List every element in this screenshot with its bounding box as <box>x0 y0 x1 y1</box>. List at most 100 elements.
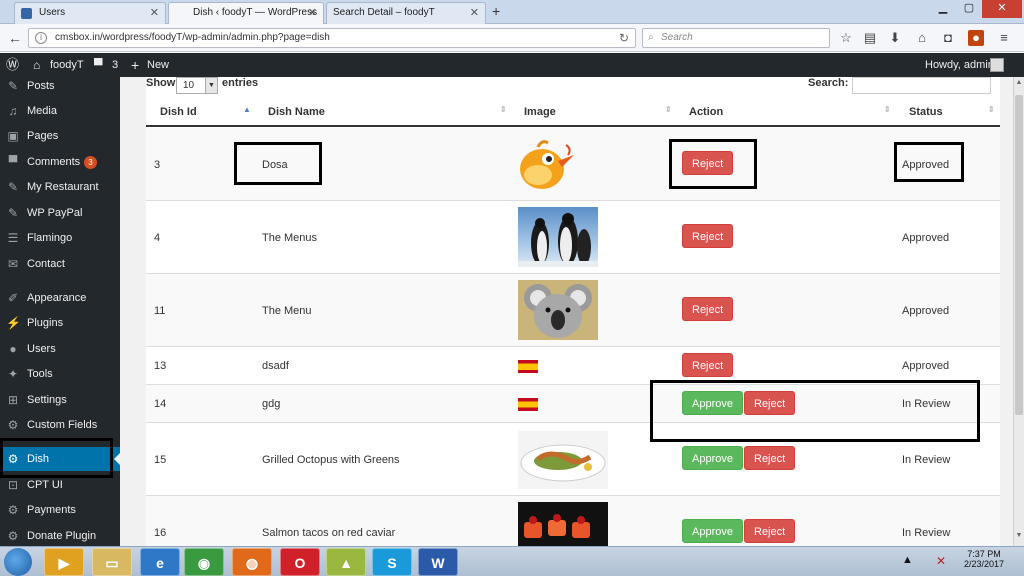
chevron-down-icon: ▼ <box>205 78 217 93</box>
internet-explorer-icon[interactable]: e <box>140 548 180 576</box>
scroll-down-icon[interactable]: ▼ <box>1014 532 1024 544</box>
pages-icon: ▣ <box>7 129 19 143</box>
page-scrollbar[interactable]: ▲ ▼ <box>1013 77 1024 546</box>
entries-label: entries <box>222 77 259 89</box>
tab-users[interactable]: Users ✕ <box>14 2 166 24</box>
reject-button[interactable]: Reject <box>682 224 734 248</box>
tab-label: Users <box>39 7 66 18</box>
bookmark-star-icon[interactable]: ☆ <box>838 30 854 46</box>
spain-flag-image <box>518 398 538 411</box>
media-player-icon[interactable]: ▶ <box>44 548 84 576</box>
scroll-up-icon[interactable]: ▲ <box>1014 79 1024 91</box>
sidebar-item-tools[interactable]: ✦ Tools <box>0 362 120 386</box>
firefox-icon[interactable]: ◍ <box>232 548 272 576</box>
sidebar-item-settings[interactable]: ⊞ Settings <box>0 388 120 412</box>
opera-icon[interactable]: O <box>280 548 320 576</box>
tab-dish[interactable]: Dish ‹ foodyT — WordPress ✕ <box>168 2 324 24</box>
reject-button[interactable]: Reject <box>744 446 796 470</box>
avatar[interactable] <box>990 58 1004 72</box>
reject-button[interactable]: Reject <box>682 353 734 377</box>
sidebar-item-flamingo[interactable]: ☰ Flamingo <box>0 226 120 250</box>
wordpress-logo-icon[interactable]: Ⓦ <box>6 53 19 77</box>
sort-icon[interactable]: ⇕ <box>988 105 995 114</box>
reject-button[interactable]: Reject <box>682 297 734 321</box>
sidebar-item-plugins[interactable]: ⚡ Plugins <box>0 311 120 335</box>
browser-search-input[interactable]: ⌕ Search <box>642 28 830 48</box>
sidebar-item-my-restaurant[interactable]: ✎ My Restaurant <box>0 175 120 199</box>
site-name-link[interactable]: foodyT <box>50 53 84 77</box>
file-explorer-icon[interactable]: ▭ <box>92 548 132 576</box>
tab-label: Dish ‹ foodyT — WordPress <box>193 7 318 18</box>
reject-button[interactable]: Reject <box>744 519 796 543</box>
photos-icon[interactable]: ▲ <box>326 548 366 576</box>
column-header-name[interactable]: Dish Name <box>268 101 325 125</box>
windows-start-icon[interactable] <box>4 548 32 576</box>
home-icon[interactable]: ⌂ <box>914 30 930 46</box>
back-arrow-icon[interactable]: ← <box>4 28 26 48</box>
close-tab-icon[interactable]: ✕ <box>308 6 317 19</box>
comments-count[interactable]: 3 <box>112 53 118 77</box>
sidebar-item-wp-paypal[interactable]: ✎ WP PayPal <box>0 201 120 225</box>
maximize-icon[interactable]: ▢ <box>956 0 982 18</box>
sidebar-item-payments[interactable]: ⚙ Payments <box>0 498 120 522</box>
comment-bubble-icon[interactable]: ▀ <box>94 53 103 77</box>
sidebar-item-label: Pages <box>27 130 59 142</box>
sidebar-item-contact[interactable]: ✉ Contact <box>0 252 120 276</box>
column-header-image[interactable]: Image <box>524 101 556 125</box>
column-header-status[interactable]: Status <box>909 101 943 125</box>
chrome-icon[interactable]: ◉ <box>184 548 224 576</box>
scrollbar-thumb[interactable] <box>1015 95 1023 415</box>
sort-asc-icon[interactable]: ▲ <box>243 105 251 114</box>
reload-icon[interactable]: ↻ <box>619 29 629 47</box>
url-bar[interactable]: i cmsbox.in/wordpress/foodyT/wp-admin/ad… <box>28 28 636 48</box>
new-content-link[interactable]: New <box>147 53 169 77</box>
tray-arrow-icon[interactable]: ▲ <box>902 554 913 566</box>
sidebar-item-donate-plugin[interactable]: ⚙ Donate Plugin <box>0 524 120 546</box>
sidebar-item-custom-fields[interactable]: ⚙ Custom Fields <box>0 413 120 437</box>
sidebar-item-label: Users <box>27 343 56 355</box>
sidebar-item-appearance[interactable]: ✐ Appearance <box>0 286 120 310</box>
admin-sidebar: ✎ Posts ♫ Media ▣ Pages ▀ Comments 3 ✎ My Rest… <box>0 77 120 546</box>
pocket-icon[interactable]: ◘ <box>940 30 956 46</box>
sort-icon[interactable]: ⇕ <box>884 105 891 114</box>
wp-admin-bar: Ⓦ ⌂ foodyT ▀ 3 + New Howdy, admin <box>0 53 1024 77</box>
menu-hamburger-icon[interactable]: ≡ <box>996 30 1012 46</box>
close-tab-icon[interactable]: ✕ <box>150 6 159 19</box>
sidebar-item-users[interactable]: ● Users <box>0 337 120 361</box>
search-label: Search: <box>808 77 849 89</box>
sort-icon[interactable]: ⇕ <box>500 105 507 114</box>
download-icon[interactable]: ⬇ <box>887 30 903 46</box>
sidebar-item-label: Plugins <box>27 317 64 329</box>
reading-list-icon[interactable]: ▤ <box>862 30 878 46</box>
howdy-user-link[interactable]: Howdy, admin <box>925 53 994 77</box>
minimize-icon[interactable]: ▁ <box>930 0 956 18</box>
media-icon: ♫ <box>8 104 18 118</box>
gear-icon: ⚙ <box>7 503 19 517</box>
cpt-icon: ⊡ <box>7 478 19 492</box>
table-search-input[interactable] <box>852 77 991 94</box>
gear-icon: ⚙ <box>7 529 19 543</box>
skype-icon[interactable]: S <box>372 548 412 576</box>
close-tab-icon[interactable]: ✕ <box>470 6 479 19</box>
volume-muted-icon[interactable]: ✕ <box>936 554 946 568</box>
column-header-id[interactable]: Dish Id <box>160 101 197 125</box>
sort-icon[interactable]: ⇕ <box>665 105 672 114</box>
clock[interactable]: 7:37 PM 2/23/2017 <box>960 549 1008 569</box>
sidebar-item-comments[interactable]: ▀ Comments 3 <box>0 150 120 174</box>
entries-select[interactable]: 10 ▼ <box>176 77 218 94</box>
approve-button[interactable]: Approve <box>682 446 743 470</box>
tab-search-detail[interactable]: Search Detail – foodyT ✕ <box>326 2 486 24</box>
approve-button[interactable]: Approve <box>682 519 743 543</box>
sidebar-item-label: Comments <box>27 156 81 168</box>
new-tab-button[interactable]: + <box>492 3 500 19</box>
info-icon[interactable]: i <box>35 32 47 44</box>
close-window-icon[interactable]: ✕ <box>982 0 1022 18</box>
sidebar-item-posts[interactable]: ✎ Posts <box>0 77 120 98</box>
status-cell: Approved <box>902 232 950 244</box>
word-icon[interactable]: W <box>418 548 458 576</box>
sidebar-item-media[interactable]: ♫ Media <box>0 99 120 123</box>
addon-icon[interactable]: ● <box>968 30 984 46</box>
settings-icon: ⊞ <box>7 393 19 407</box>
sidebar-item-pages[interactable]: ▣ Pages <box>0 124 120 148</box>
column-header-action[interactable]: Action <box>689 101 723 125</box>
